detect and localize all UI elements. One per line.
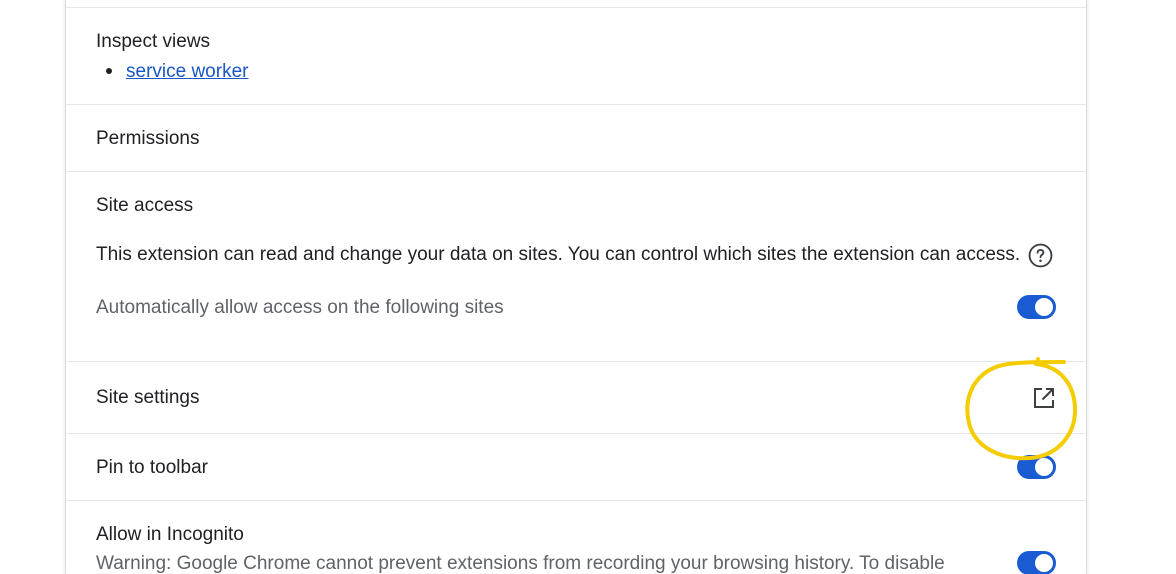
extension-details-card: Inspect views service worker Permissions… <box>65 0 1087 574</box>
divider <box>66 361 1086 362</box>
help-icon[interactable] <box>1028 243 1053 268</box>
divider <box>66 171 1086 172</box>
inspect-views-title: Inspect views <box>96 31 211 52</box>
toggle-knob <box>1035 554 1053 572</box>
pin-to-toolbar-toggle[interactable] <box>1017 455 1056 479</box>
auto-allow-access-toggle[interactable] <box>1017 295 1056 319</box>
auto-allow-access-label: Automatically allow access on the follow… <box>96 297 504 318</box>
toggle-knob <box>1035 298 1053 316</box>
allow-incognito-title: Allow in Incognito <box>96 524 244 545</box>
service-worker-link[interactable]: service worker <box>126 60 248 84</box>
site-settings-label: Site settings <box>96 387 200 408</box>
pin-to-toolbar-label: Pin to toolbar <box>96 457 208 478</box>
list-bullet <box>106 68 112 74</box>
toggle-knob <box>1035 458 1053 476</box>
incognito-warning-text: Warning: Google Chrome cannot prevent ex… <box>96 553 945 574</box>
divider <box>66 104 1086 105</box>
divider <box>66 433 1086 434</box>
divider <box>66 7 1086 8</box>
open-in-new-icon[interactable] <box>1032 386 1056 410</box>
site-access-title: Site access <box>96 195 194 216</box>
divider <box>66 500 1086 501</box>
permissions-title: Permissions <box>96 128 200 149</box>
allow-incognito-toggle[interactable] <box>1017 551 1056 574</box>
site-access-description: This extension can read and change your … <box>96 244 1021 265</box>
